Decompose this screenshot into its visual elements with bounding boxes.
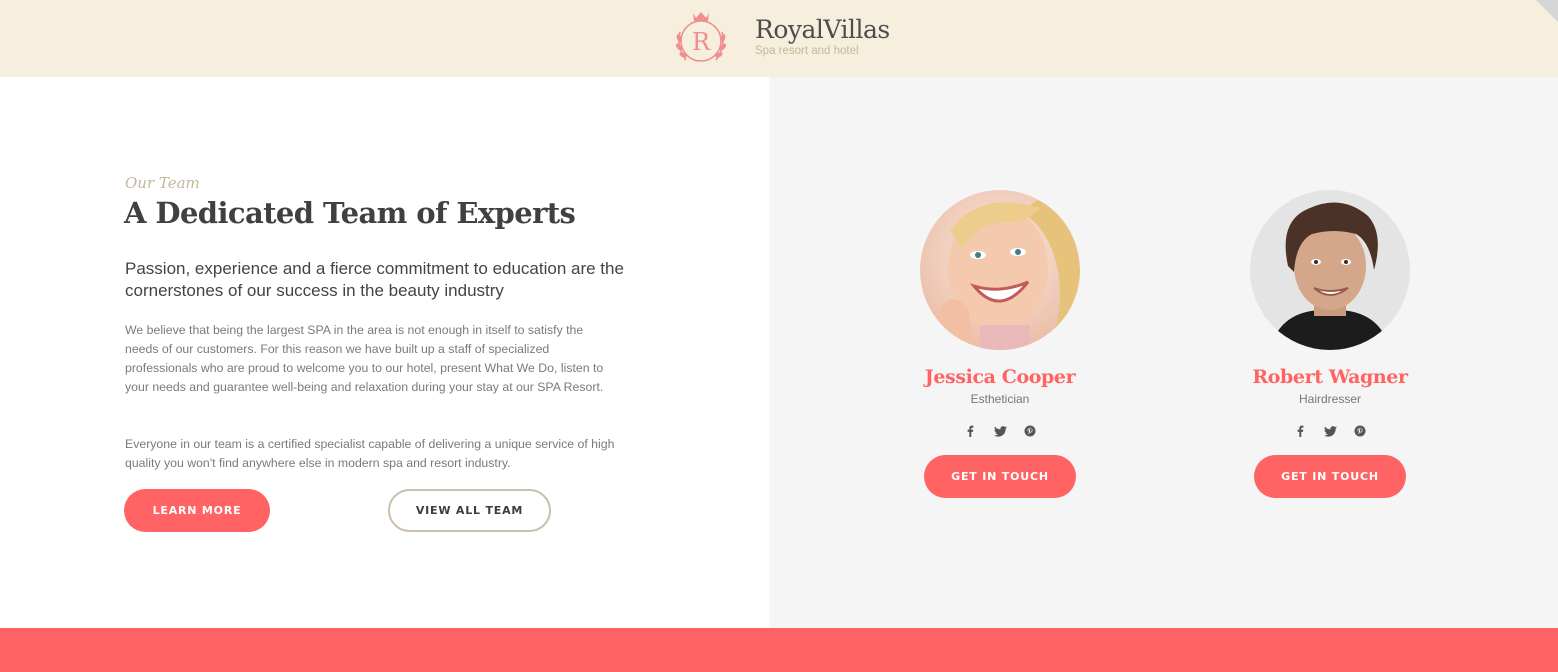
member-social-links [1240, 424, 1420, 438]
pinterest-icon[interactable] [1353, 424, 1367, 438]
site-header: R RoyalVillas Spa resort and hotel [0, 0, 1558, 77]
brand[interactable]: RoyalVillas Spa resort and hotel [755, 15, 890, 58]
brand-tagline: Spa resort and hotel [755, 45, 859, 57]
get-in-touch-button[interactable]: GET IN TOUCH [924, 455, 1076, 498]
royalvillas-logo-icon[interactable]: R [670, 8, 732, 70]
facebook-icon[interactable] [1293, 424, 1307, 438]
pinterest-icon[interactable] [1023, 424, 1037, 438]
view-all-team-button[interactable]: VIEW ALL TEAM [388, 489, 551, 532]
intro-paragraph-1: We believe that being the largest SPA in… [125, 323, 604, 394]
member-social-links [910, 424, 1090, 438]
twitter-icon[interactable] [1323, 424, 1337, 438]
brand-name[interactable]: RoyalVillas [755, 15, 890, 45]
intro-paragraph-2: Everyone in our team is a certified spec… [125, 437, 615, 470]
section-eyebrow: Our Team [125, 174, 200, 192]
twitter-icon[interactable] [993, 424, 1007, 438]
footer-band [0, 628, 1558, 672]
learn-more-button[interactable]: LEARN MORE [124, 489, 270, 532]
member-photo-man [1250, 190, 1410, 350]
member-avatar [1250, 190, 1410, 350]
member-name[interactable]: Jessica Cooper [910, 366, 1090, 388]
get-in-touch-button[interactable]: GET IN TOUCH [1254, 455, 1406, 498]
member-name[interactable]: Robert Wagner [1240, 366, 1420, 388]
section-title: A Dedicated Team of Experts [124, 196, 576, 230]
facebook-icon[interactable] [963, 424, 977, 438]
corner-fold [1536, 0, 1558, 22]
section-lead: Passion, experience and a fierce commitm… [125, 259, 624, 300]
member-avatar [920, 190, 1080, 350]
member-role: Hairdresser [1298, 392, 1361, 406]
member-photo-woman [920, 190, 1080, 350]
team-members-panel [769, 77, 1558, 628]
svg-text:R: R [692, 28, 711, 56]
member-role: Esthetician [970, 392, 1030, 406]
